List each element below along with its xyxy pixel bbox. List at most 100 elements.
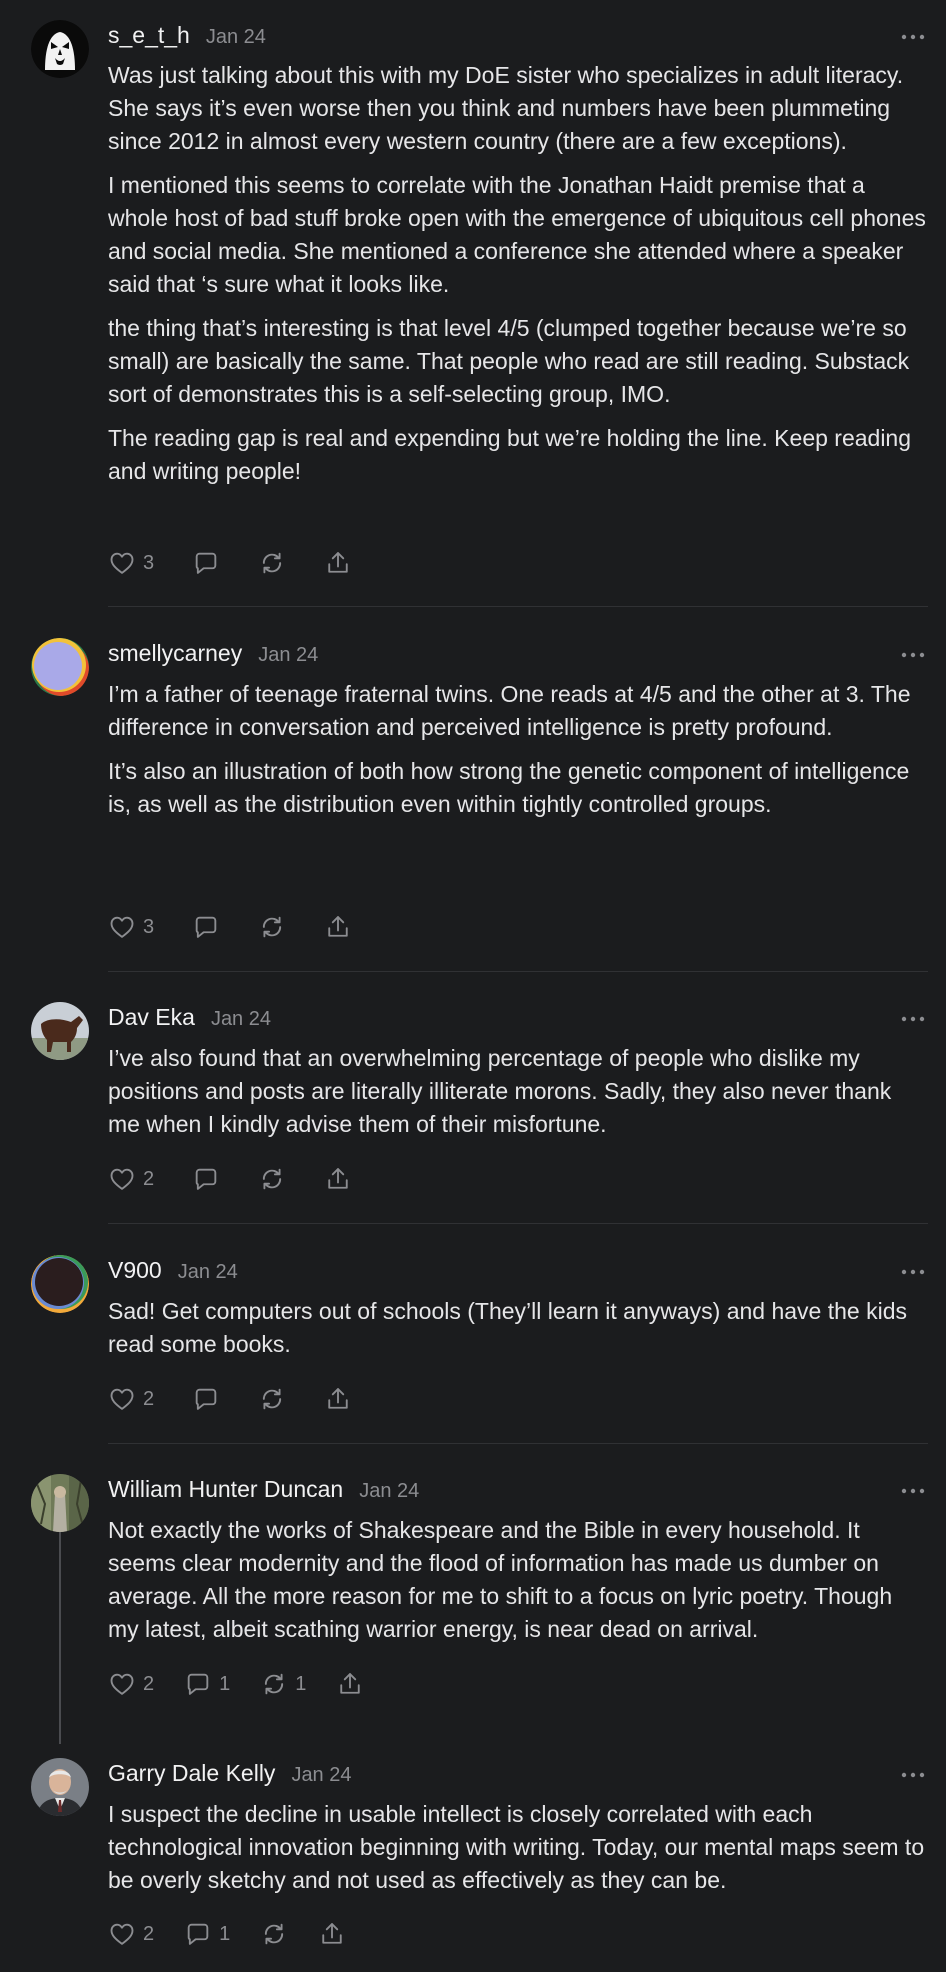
share-button[interactable] [318, 1920, 346, 1948]
avatar[interactable] [31, 1474, 89, 1532]
comment-actions: 2 [108, 1383, 390, 1415]
share-button[interactable] [336, 1670, 364, 1698]
reply-button[interactable] [192, 1385, 220, 1413]
restack-button[interactable] [260, 1920, 288, 1948]
avatar[interactable] [31, 638, 89, 696]
heart-icon [108, 1670, 136, 1698]
comment-actions: 2 1 1 [108, 1668, 402, 1700]
share-icon [324, 913, 352, 941]
restack-icon [258, 1385, 286, 1413]
comment-date[interactable]: Jan 24 [359, 1480, 419, 1503]
comment-date[interactable]: Jan 24 [211, 1008, 271, 1031]
restack-icon [258, 1165, 286, 1193]
comment-paragraph: Was just talking about this with my DoE … [108, 62, 904, 154]
like-button[interactable]: 2 [108, 1670, 154, 1698]
username[interactable]: smellycarney [108, 640, 242, 667]
heart-icon [108, 913, 136, 941]
share-button[interactable] [324, 1165, 352, 1193]
comment-paragraph: The reading gap is real and expending bu… [108, 425, 912, 484]
restack-icon [260, 1670, 288, 1698]
comment-bubble-icon [184, 1920, 212, 1948]
like-button[interactable]: 2 [108, 1385, 154, 1413]
share-icon [318, 1920, 346, 1948]
avatar[interactable] [31, 1002, 89, 1060]
comment-paragraph: I mentioned this seems to correlate with… [108, 172, 926, 297]
username[interactable]: s_e_t_h [108, 22, 190, 49]
username[interactable]: V900 [108, 1257, 162, 1284]
comment-paragraph: Not exactly the works of Shakespeare and… [108, 1517, 893, 1642]
like-count: 3 [143, 551, 155, 574]
like-count: 2 [143, 1167, 155, 1190]
comment-header: s_e_t_h Jan 24 [108, 22, 266, 54]
restack-button[interactable] [258, 913, 286, 941]
comment-date[interactable]: Jan 24 [291, 1764, 351, 1787]
reply-button[interactable] [192, 549, 220, 577]
comment-header: Garry Dale Kelly Jan 24 [108, 1760, 352, 1792]
comment-paragraph: I’m a father of teenage fraternal twins.… [108, 681, 911, 740]
comment-body: Was just talking about this with my DoE … [108, 59, 928, 499]
like-button[interactable]: 2 [108, 1920, 154, 1948]
restack-icon [258, 913, 286, 941]
comment-header: smellycarney Jan 24 [108, 640, 318, 672]
share-button[interactable] [324, 1385, 352, 1413]
like-button[interactable]: 3 [108, 549, 154, 577]
comment-bubble-icon [184, 1670, 212, 1698]
heart-icon [108, 1385, 136, 1413]
share-icon [324, 1165, 352, 1193]
more-dots-icon[interactable] [898, 1484, 928, 1498]
username[interactable]: Dav Eka [108, 1004, 195, 1031]
avatar[interactable] [31, 20, 89, 78]
more-dots-icon[interactable] [898, 648, 928, 662]
reply-button[interactable] [192, 913, 220, 941]
heart-icon [108, 1165, 136, 1193]
comment-body: I’ve also found that an overwhelming per… [108, 1042, 928, 1152]
divider [108, 1223, 928, 1224]
username[interactable]: William Hunter Duncan [108, 1476, 343, 1503]
like-count: 2 [143, 1387, 155, 1410]
comment-date[interactable]: Jan 24 [178, 1261, 238, 1284]
restack-icon [258, 549, 286, 577]
restack-button[interactable] [258, 1165, 286, 1193]
comment-actions: 2 1 [108, 1918, 384, 1950]
restack-button[interactable] [258, 549, 286, 577]
like-count: 2 [143, 1672, 155, 1695]
comment-feed: s_e_t_h Jan 24 Was just talking about th… [0, 0, 946, 1972]
reply-count: 1 [219, 1672, 231, 1695]
more-dots-icon[interactable] [898, 1768, 928, 1782]
reply-button[interactable] [192, 1165, 220, 1193]
username[interactable]: Garry Dale Kelly [108, 1760, 275, 1787]
restack-icon [260, 1920, 288, 1948]
comment-date[interactable]: Jan 24 [258, 644, 318, 667]
heart-icon [108, 549, 136, 577]
comment-body: Sad! Get computers out of schools (They’… [108, 1295, 928, 1372]
divider [108, 971, 928, 972]
share-button[interactable] [324, 549, 352, 577]
restack-button[interactable] [258, 1385, 286, 1413]
restack-button[interactable]: 1 [260, 1670, 306, 1698]
share-icon [336, 1670, 364, 1698]
share-button[interactable] [324, 913, 352, 941]
comment-actions: 3 [108, 911, 390, 943]
like-button[interactable]: 3 [108, 913, 154, 941]
reply-button[interactable]: 1 [184, 1920, 230, 1948]
comment-body: I’m a father of teenage fraternal twins.… [108, 678, 928, 832]
comment-paragraph: It’s also an illustration of both how st… [108, 758, 910, 817]
comment-bubble-icon [192, 1165, 220, 1193]
more-dots-icon[interactable] [898, 30, 928, 44]
more-dots-icon[interactable] [898, 1265, 928, 1279]
divider [108, 1443, 928, 1444]
comment-header: Dav Eka Jan 24 [108, 1004, 271, 1036]
reply-button[interactable]: 1 [184, 1670, 230, 1698]
divider [108, 606, 928, 607]
avatar[interactable] [31, 1255, 89, 1313]
comment-paragraph: Sad! Get computers out of schools (They’… [108, 1298, 908, 1357]
comment-header: William Hunter Duncan Jan 24 [108, 1476, 419, 1508]
more-dots-icon[interactable] [898, 1012, 928, 1026]
comment-date[interactable]: Jan 24 [206, 26, 266, 49]
comment-bubble-icon [192, 913, 220, 941]
comment-paragraph: the thing that’s interesting is that lev… [108, 315, 910, 407]
like-button[interactable]: 2 [108, 1165, 154, 1193]
comment-body: I suspect the decline in usable intellec… [108, 1798, 928, 1908]
avatar[interactable] [31, 1758, 89, 1816]
comment-paragraph: I’ve also found that an overwhelming per… [108, 1045, 892, 1137]
